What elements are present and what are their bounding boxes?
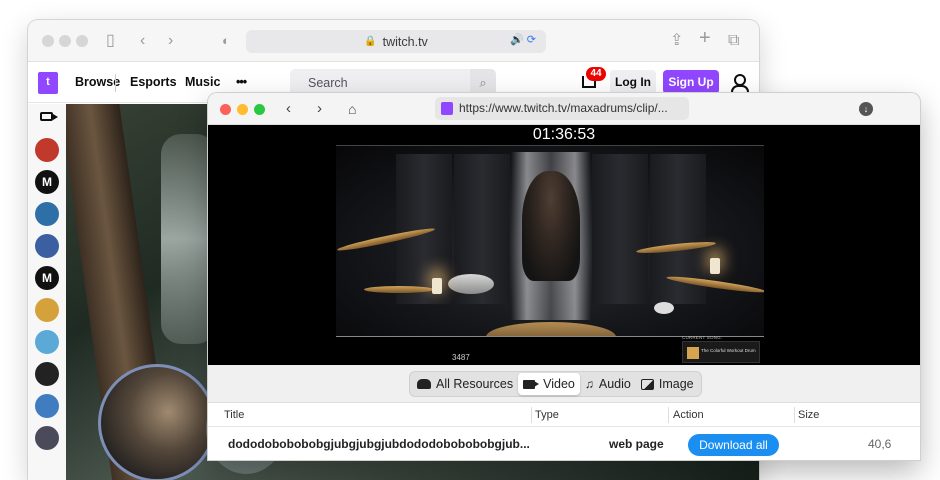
nav-browse[interactable]: Browse (75, 75, 120, 89)
notification-badge: 44 (586, 67, 606, 81)
share-icon[interactable]: ⇪ (670, 31, 683, 51)
filter-video[interactable]: Video (518, 373, 580, 395)
shield-icon[interactable]: ◐ (222, 31, 230, 51)
search-input[interactable]: Search (290, 69, 470, 96)
twitch-logo-icon[interactable]: t (38, 72, 58, 94)
scene-drum (486, 322, 616, 336)
sidebar-channel-avatar[interactable]: M (35, 266, 59, 290)
table-row[interactable]: dododobobobobgjubgjubgjubdododobobobobgj… (208, 428, 920, 460)
filter-label: All Resources (436, 377, 514, 391)
column-divider[interactable] (668, 407, 669, 423)
more-menu-icon[interactable]: ••• (236, 75, 247, 89)
column-divider[interactable] (531, 407, 532, 423)
back-icon[interactable]: ‹ (286, 99, 291, 119)
current-song-box: The Colorful Workout Drum (682, 341, 760, 363)
filter-image[interactable]: Image (636, 373, 699, 395)
nav-divider (115, 74, 116, 92)
row-size: 40,6 (868, 437, 892, 451)
zoom-window-button[interactable] (76, 35, 88, 47)
scene-drum (448, 274, 494, 294)
forward-icon[interactable]: › (168, 31, 173, 51)
filter-audio[interactable]: ♫ Audio (580, 373, 636, 395)
audio-playing-icon[interactable]: 🔊 ⟳ (510, 33, 536, 46)
filter-label: Image (658, 377, 694, 391)
user-icon[interactable] (731, 74, 749, 94)
sidebar-channel-avatar[interactable]: M (35, 170, 59, 194)
safari-toolbar: ▯ ‹ › ◐ 🔒 twitch.tv 🔊 ⟳ ⇪ + ⧉ (28, 20, 759, 62)
scene-drummer (522, 171, 580, 281)
back-icon[interactable]: ‹ (140, 31, 145, 51)
sidebar-channel-avatar[interactable] (35, 234, 59, 258)
twitch-sidebar: MM (28, 104, 66, 480)
sidebar-channel-avatar[interactable] (35, 202, 59, 226)
minimize-window-button[interactable] (237, 104, 248, 115)
forward-icon[interactable]: › (317, 99, 322, 119)
resource-filter-segmented-control: All Resources Video ♫ Audio Image (409, 371, 702, 397)
column-action[interactable]: Action (673, 409, 704, 421)
lock-icon: 🔒 (364, 36, 377, 47)
video-frame (336, 145, 764, 337)
sidebar-channel-avatar[interactable] (35, 330, 59, 354)
column-type[interactable]: Type (535, 409, 559, 421)
close-window-button[interactable] (42, 35, 54, 47)
streamer-webcam (98, 364, 216, 480)
filter-label: Video (543, 377, 575, 391)
row-title: dododobobobobgjubgjubgjubdododobobobobgj… (228, 437, 530, 451)
row-type: web page (609, 437, 664, 451)
close-window-button[interactable] (220, 104, 231, 115)
downloader-toolbar: ‹ › ⌂ https://www.twitch.tv/maxadrums/cl… (208, 93, 920, 125)
nav-esports[interactable]: Esports (130, 75, 177, 89)
sidebar-channel-avatar[interactable] (35, 138, 59, 162)
sidebar-channel-avatar[interactable] (35, 362, 59, 386)
tab-overview-icon[interactable]: ⧉ (728, 31, 739, 51)
video-timer: 01:36:53 (532, 126, 596, 143)
downloader-window: ‹ › ⌂ https://www.twitch.tv/maxadrums/cl… (208, 93, 920, 460)
resource-filter-bar: All Resources Video ♫ Audio Image (208, 365, 920, 403)
current-song-label: CURRENT SONG: (682, 335, 723, 340)
video-camera-icon (523, 379, 540, 389)
minimize-window-button[interactable] (59, 35, 71, 47)
sidebar-channel-avatar[interactable] (35, 298, 59, 322)
scene-panel (592, 154, 648, 304)
cloud-icon (417, 379, 431, 389)
safari-address-bar[interactable]: 🔒 twitch.tv 🔊 ⟳ (246, 30, 546, 53)
viewer-count: 3487 (452, 353, 470, 362)
resource-table-header: Title Type Action Size (208, 403, 920, 427)
safari-url-text: twitch.tv (382, 34, 428, 49)
live-channels-icon[interactable] (40, 112, 58, 121)
new-tab-icon[interactable]: + (699, 28, 711, 48)
song-thumbnail (687, 347, 699, 359)
scene-candle (432, 278, 442, 294)
filter-all-resources[interactable]: All Resources (412, 373, 518, 395)
scene-drum (654, 302, 674, 314)
sidebar-channel-avatar[interactable] (35, 394, 59, 418)
downloader-address-bar[interactable]: https://www.twitch.tv/maxadrums/clip/... (435, 97, 689, 120)
login-button[interactable]: Log In (610, 70, 656, 94)
download-arrow-icon[interactable]: ↓ (859, 102, 873, 116)
column-title[interactable]: Title (224, 409, 244, 421)
column-divider[interactable] (794, 407, 795, 423)
downloader-url-text: https://www.twitch.tv/maxadrums/clip/... (459, 101, 668, 115)
scene-cymbal (364, 286, 434, 293)
home-icon[interactable]: ⌂ (348, 99, 356, 119)
sidebar-toggle-icon[interactable]: ▯ (106, 31, 115, 51)
signup-button[interactable]: Sign Up (663, 70, 719, 94)
nav-music[interactable]: Music (185, 75, 220, 89)
filter-label: Audio (598, 377, 631, 391)
download-all-button[interactable]: Download all (688, 434, 779, 456)
image-icon (640, 378, 654, 390)
search-button[interactable]: ⌕ (470, 69, 496, 96)
zoom-window-button[interactable] (254, 104, 265, 115)
scene-candle (710, 258, 720, 274)
twitch-favicon-icon (441, 102, 453, 115)
music-note-icon: ♫ (584, 377, 594, 391)
sidebar-channel-avatar[interactable] (35, 426, 59, 450)
song-title: The Colorful Workout Drum (701, 348, 756, 353)
column-size[interactable]: Size (798, 409, 819, 421)
video-player[interactable]: 01:36:53 3487 CURRENT SONG: The Colorful… (208, 125, 920, 365)
